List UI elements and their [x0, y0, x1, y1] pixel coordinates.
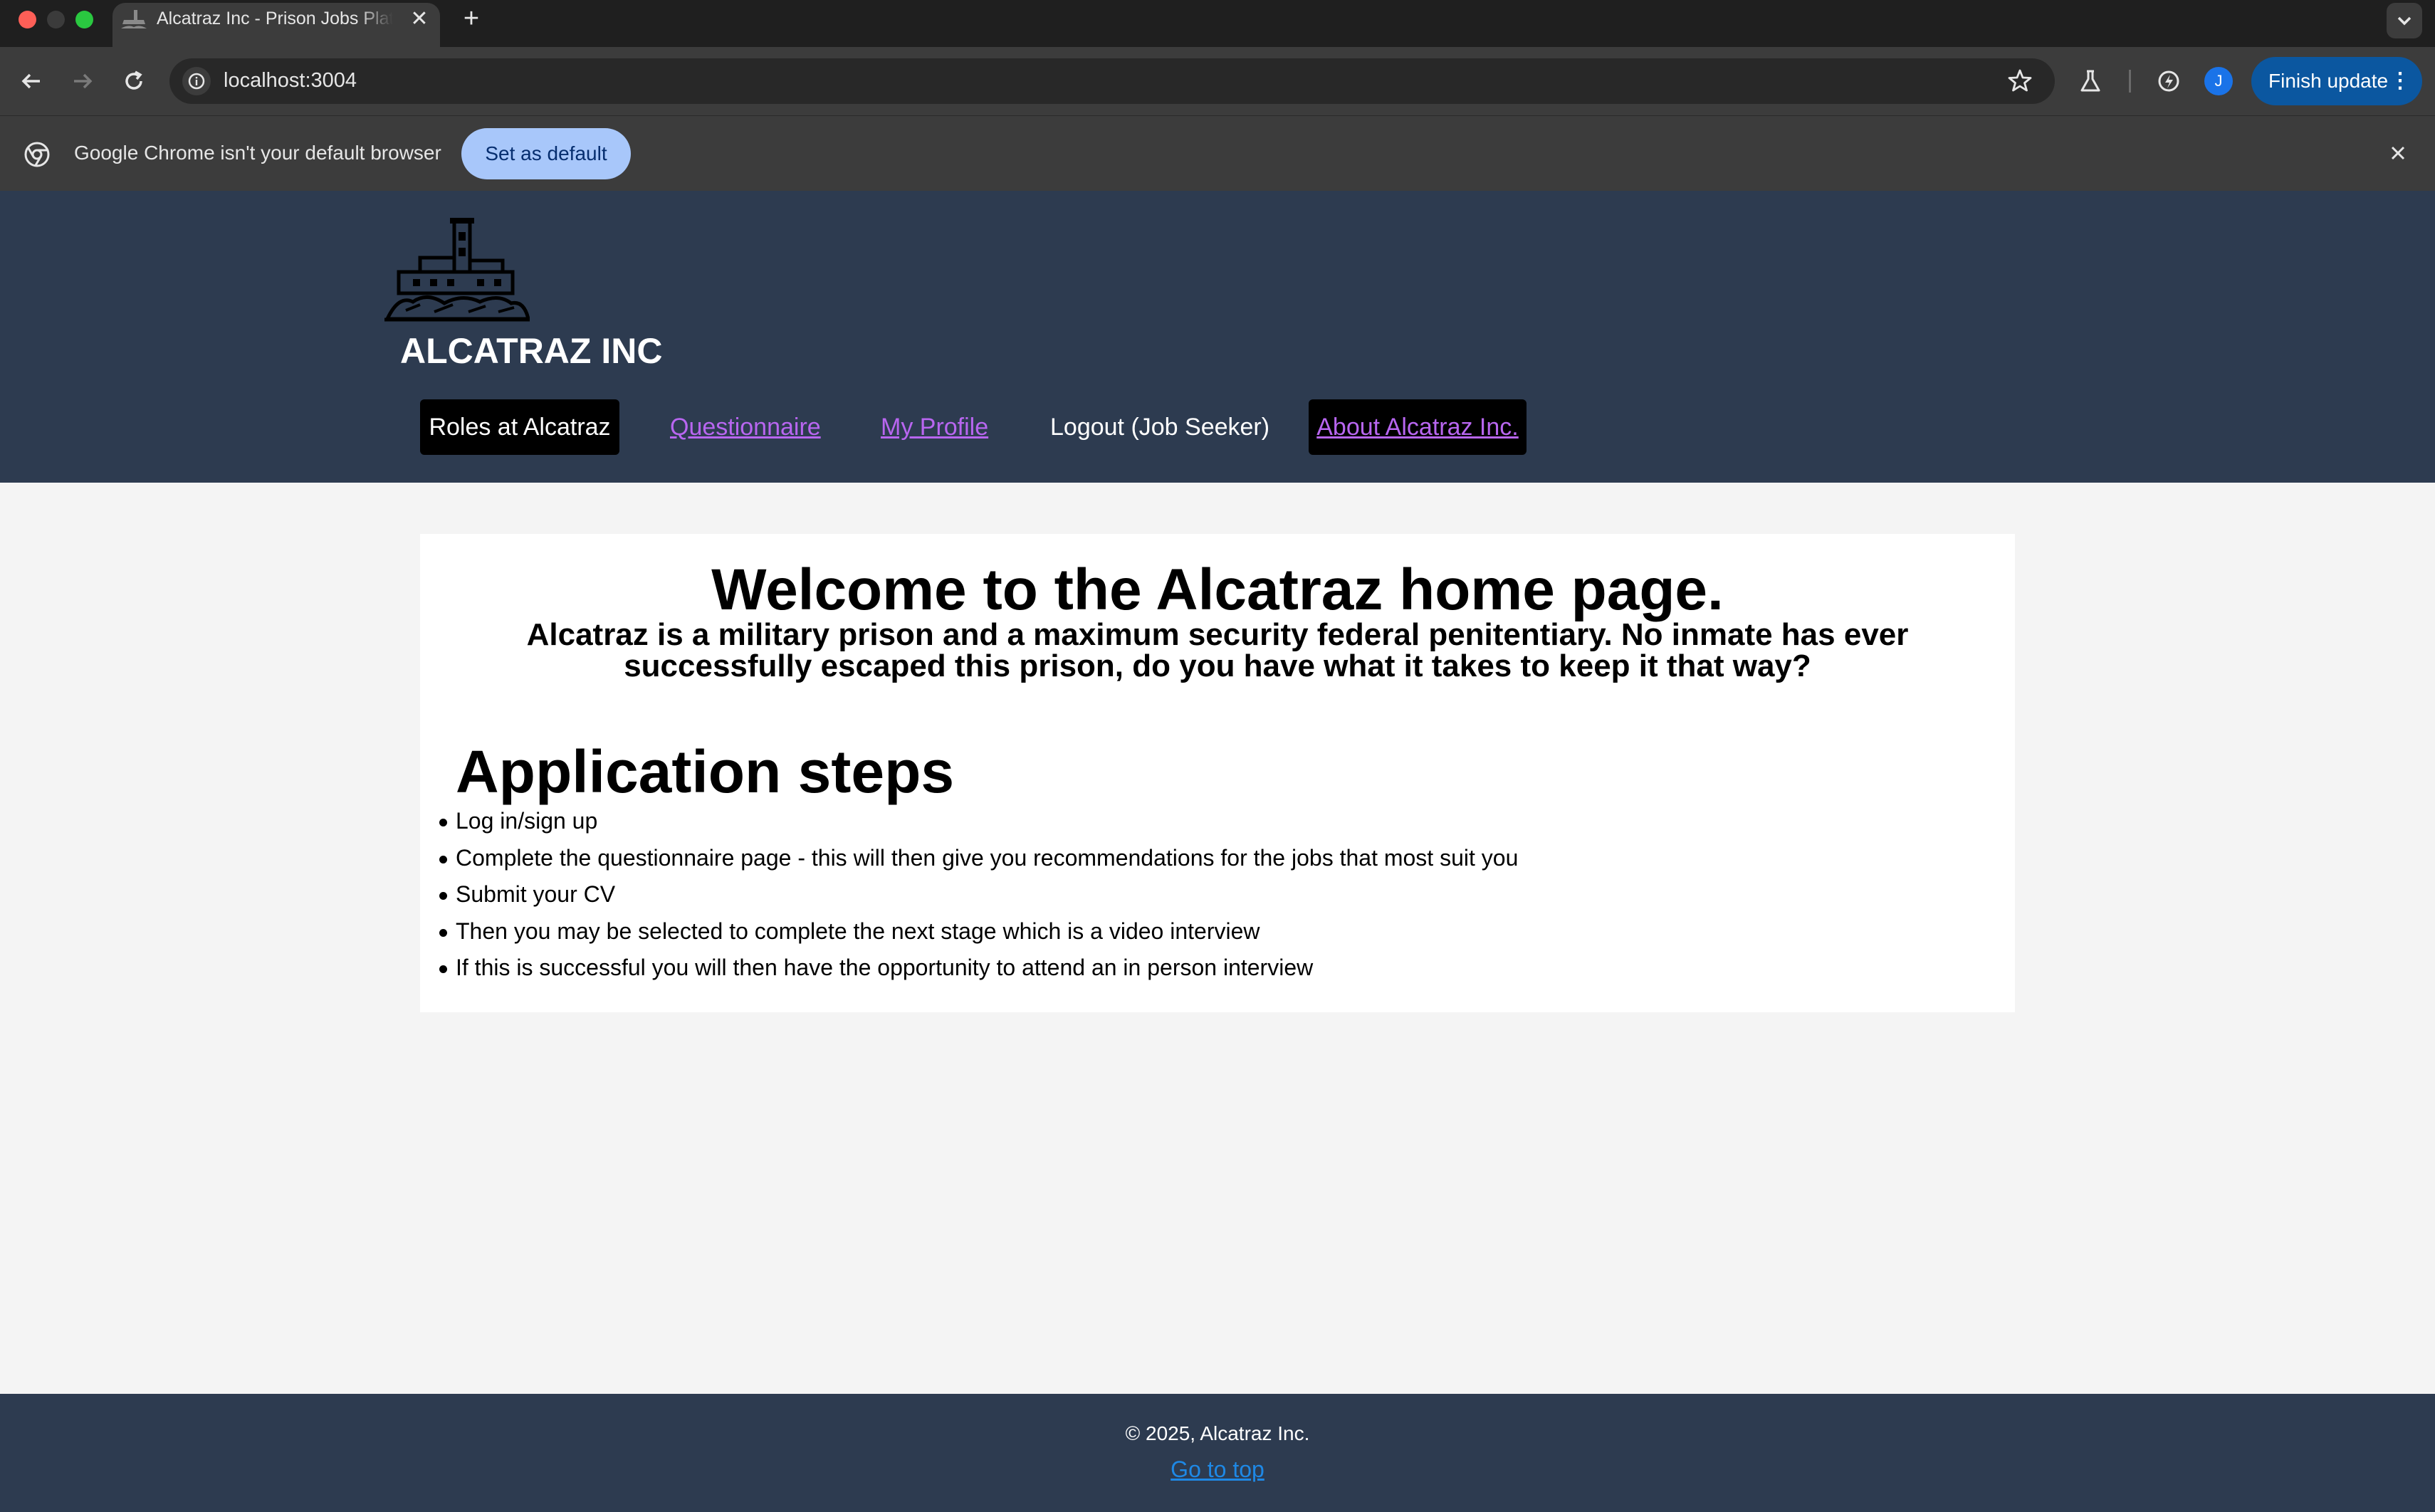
tab-title: Alcatraz Inc - Prison Jobs Platform	[157, 9, 393, 28]
url-text: localhost:3004	[224, 69, 357, 92]
list-item: Then you may be selected to complete the…	[439, 913, 1518, 950]
chrome-logo-icon	[24, 142, 50, 167]
application-steps-list: Log in/sign up Complete the questionnair…	[439, 803, 1518, 987]
close-window-button[interactable]	[19, 11, 36, 28]
nav-about-link[interactable]: About Alcatraz Inc.	[1309, 399, 1527, 455]
nav-roles-button[interactable]: Roles at Alcatraz	[420, 399, 619, 455]
labs-flask-icon[interactable]	[2076, 67, 2105, 95]
tab-search-button[interactable]	[2387, 3, 2422, 38]
alcatraz-favicon-icon	[121, 10, 147, 28]
nav-questionnaire-link[interactable]: Questionnaire	[670, 399, 821, 455]
alcatraz-logo	[384, 218, 530, 322]
nav-logout-link[interactable]: Logout (Job Seeker)	[1050, 399, 1269, 455]
more-menu-icon[interactable]: ⋮	[2389, 57, 2411, 105]
back-arrow-icon[interactable]	[16, 65, 47, 97]
site-brand: ALCATRAZ INC	[400, 331, 663, 371]
reload-icon[interactable]	[118, 65, 150, 97]
address-bar[interactable]: localhost:3004	[169, 58, 2055, 104]
tab-strip: Alcatraz Inc - Prison Jobs Platform ✕ +	[0, 0, 2435, 47]
nav-my-profile-link[interactable]: My Profile	[881, 399, 988, 455]
finish-update-label: Finish update	[2268, 70, 2389, 92]
tab-close-icon[interactable]: ✕	[407, 7, 431, 31]
list-item: Log in/sign up	[439, 803, 1518, 840]
list-item: Complete the questionnaire page - this w…	[439, 840, 1518, 877]
toolbar-divider	[2129, 70, 2131, 93]
steps-heading: Application steps	[456, 738, 955, 805]
maximize-window-button[interactable]	[75, 11, 93, 28]
infobar-message: Google Chrome isn't your default browser	[74, 142, 441, 164]
bookmark-star-icon[interactable]	[2006, 67, 2033, 94]
intro-text: Alcatraz is a military prison and a maxi…	[526, 617, 1909, 683]
finish-update-button[interactable]: Finish update ⋮	[2251, 57, 2422, 105]
site-header: ALCATRAZ INC Roles at Alcatraz Questionn…	[0, 191, 2435, 483]
forward-arrow-icon[interactable]	[67, 65, 98, 97]
page-title: Welcome to the Alcatraz home page.	[711, 557, 1724, 622]
new-tab-icon[interactable]: +	[457, 4, 486, 33]
performance-icon[interactable]	[2154, 67, 2183, 95]
default-browser-infobar: Google Chrome isn't your default browser…	[0, 115, 2435, 191]
welcome-card: Welcome to the Alcatraz home page. Alcat…	[420, 534, 2015, 1012]
site-footer: © 2025, Alcatraz Inc. Go to top	[0, 1394, 2435, 1512]
close-icon[interactable]	[2384, 139, 2412, 167]
minimize-window-button[interactable]	[47, 11, 65, 28]
site-info-icon[interactable]	[182, 67, 211, 95]
list-item: Submit your CV	[439, 876, 1518, 913]
set-as-default-button[interactable]: Set as default	[461, 128, 631, 179]
list-item: If this is successful you will then have…	[439, 950, 1518, 987]
profile-avatar[interactable]: J	[2204, 67, 2233, 95]
chevron-down-icon	[2397, 16, 2412, 26]
browser-toolbar: localhost:3004 J Finish update ⋮	[0, 47, 2435, 115]
go-to-top-link[interactable]: Go to top	[1171, 1456, 1264, 1483]
copyright-text: © 2025, Alcatraz Inc.	[1125, 1422, 1310, 1444]
